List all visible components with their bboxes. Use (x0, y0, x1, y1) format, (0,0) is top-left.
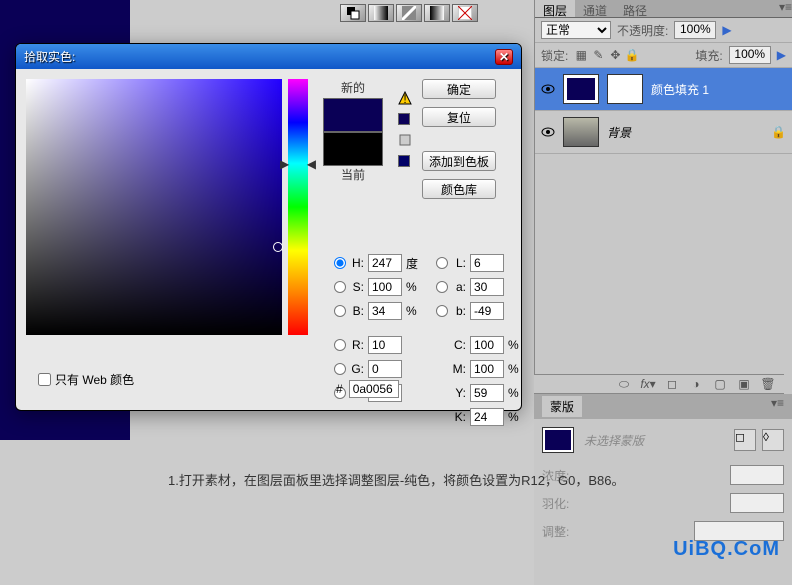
lock-label: 锁定: (541, 47, 568, 64)
opacity-input[interactable]: 100% (674, 21, 716, 39)
color-picker-dialog: 拾取实色: ✕ ▶◀ 新的 当前 ! 确定 (15, 43, 522, 411)
close-icon[interactable]: ✕ (495, 49, 513, 65)
mask-menu-icon[interactable]: ▾≡ (771, 396, 784, 417)
group-icon[interactable]: ▢ (712, 376, 728, 392)
gamut-swatch[interactable] (398, 113, 410, 125)
visibility-icon[interactable] (541, 125, 555, 139)
opacity-label: 不透明度: (617, 22, 668, 39)
websafe-warning-icon[interactable] (398, 133, 412, 147)
g-input[interactable] (368, 360, 402, 378)
layer-name[interactable]: 颜色填充 1 (651, 81, 709, 98)
sv-cursor-icon (273, 242, 283, 252)
saturation-value-picker[interactable] (26, 79, 282, 335)
b-radio[interactable] (334, 305, 346, 317)
y-input[interactable] (470, 384, 504, 402)
new-label: 新的 (318, 79, 388, 96)
hex-label: # (336, 382, 343, 396)
tab-channels[interactable]: 通道 (575, 0, 615, 17)
trash-icon[interactable]: 🗑 (760, 376, 776, 392)
lock-all-icon[interactable]: 🔒 (625, 48, 639, 62)
current-label: 当前 (318, 166, 388, 183)
s-radio[interactable] (334, 281, 346, 293)
vector-mask-button[interactable]: ◊ (762, 429, 784, 451)
mask-preview[interactable] (542, 427, 574, 453)
lock-transparent-icon[interactable]: ▦ (574, 48, 588, 62)
gamut-warning-icon[interactable]: ! (398, 91, 412, 105)
visibility-icon[interactable] (541, 82, 555, 96)
feather-label: 羽化: (542, 495, 569, 512)
k-input[interactable] (470, 408, 504, 426)
layer-thumb[interactable] (563, 74, 599, 104)
adjust-label: 调整: (542, 523, 569, 540)
panel-menu-icon[interactable]: ▾≡ (779, 0, 792, 17)
watermark: UiBQ.CoM (673, 538, 780, 561)
layer-item[interactable]: 颜色填充 1 (535, 68, 792, 111)
tab-mask[interactable]: 蒙版 (542, 396, 582, 417)
web-only-label: 只有 Web 颜色 (55, 371, 134, 388)
websafe-swatch[interactable] (398, 155, 410, 167)
lock-icon: 🔒 (771, 125, 786, 139)
density-input[interactable] (730, 465, 784, 485)
pixel-mask-button[interactable]: ◻ (734, 429, 756, 451)
new-color-swatch (323, 98, 383, 132)
fill-arrow-icon[interactable]: ▶ (777, 48, 786, 62)
new-layer-icon[interactable]: ▣ (736, 376, 752, 392)
fill-input[interactable]: 100% (729, 46, 771, 64)
r-input[interactable] (368, 336, 402, 354)
add-swatch-button[interactable]: 添加到色板 (422, 151, 496, 171)
b-input[interactable] (368, 302, 402, 320)
layer-item[interactable]: 背景 🔒 (535, 111, 792, 154)
tool-none[interactable] (452, 4, 478, 22)
tab-layers[interactable]: 图层 (535, 0, 575, 17)
c-input[interactable] (470, 336, 504, 354)
lab-b-radio[interactable] (436, 305, 448, 317)
tool-gradient3[interactable] (424, 4, 450, 22)
lock-paint-icon[interactable]: ✎ (591, 48, 605, 62)
tutorial-text: 1.打开素材，在图层面板里选择调整图层-纯色，将颜色设置为R12，G0，B86。 (168, 470, 625, 489)
mask-status: 未选择蒙版 (584, 432, 644, 449)
r-radio[interactable] (334, 339, 346, 351)
s-input[interactable] (368, 278, 402, 296)
adjustment-icon[interactable]: ◑ (688, 376, 704, 392)
tab-paths[interactable]: 路径 (615, 0, 655, 17)
h-radio[interactable] (334, 257, 346, 269)
lab-b-input[interactable] (470, 302, 504, 320)
feather-input[interactable] (730, 493, 784, 513)
ok-button[interactable]: 确定 (422, 79, 496, 99)
fill-label: 填充: (695, 47, 722, 64)
l-input[interactable] (470, 254, 504, 272)
g-radio[interactable] (334, 363, 346, 375)
blend-mode-select[interactable]: 正常 (541, 21, 611, 39)
tool-default-colors[interactable] (340, 4, 366, 22)
h-input[interactable] (368, 254, 402, 272)
svg-text:!: ! (403, 92, 406, 105)
layer-name[interactable]: 背景 (607, 124, 631, 141)
current-color-swatch[interactable] (323, 132, 383, 166)
dialog-title: 拾取实色: (24, 48, 75, 65)
web-only-checkbox[interactable] (38, 373, 51, 386)
tool-gradient1[interactable] (368, 4, 394, 22)
a-radio[interactable] (436, 281, 448, 293)
m-input[interactable] (470, 360, 504, 378)
a-input[interactable] (470, 278, 504, 296)
l-radio[interactable] (436, 257, 448, 269)
lock-move-icon[interactable]: ✥ (608, 48, 622, 62)
hue-slider[interactable]: ▶◀ (288, 79, 308, 335)
link-icon[interactable]: ⬭ (616, 376, 632, 392)
opacity-arrow-icon[interactable]: ▶ (722, 23, 731, 37)
mask-thumb[interactable] (607, 74, 643, 104)
hex-input[interactable] (349, 380, 399, 398)
color-library-button[interactable]: 颜色库 (422, 179, 496, 199)
mask-icon[interactable]: ◻ (664, 376, 680, 392)
reset-button[interactable]: 复位 (422, 107, 496, 127)
layer-thumb[interactable] (563, 117, 599, 147)
fx-icon[interactable]: fx▾ (640, 376, 656, 392)
tool-gradient2[interactable] (396, 4, 422, 22)
